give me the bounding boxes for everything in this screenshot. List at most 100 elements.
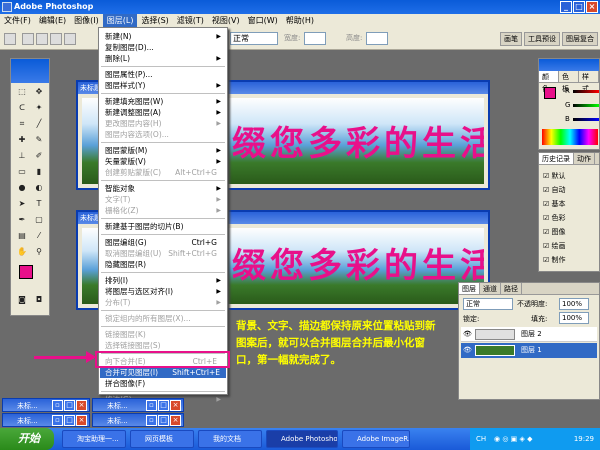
close-icon[interactable]: × [170, 400, 181, 411]
maximize-icon[interactable]: □ [158, 415, 169, 426]
color-swatch[interactable] [544, 87, 556, 99]
menu-file[interactable]: 文件(F) [0, 14, 35, 28]
menu-item[interactable]: 图层编组(G) Ctrl+G [105, 237, 223, 248]
minimized-window[interactable]: 未标... ▫ □ × [2, 398, 90, 412]
intersect-selection-icon[interactable] [64, 33, 76, 45]
foreground-color-swatch[interactable] [19, 265, 33, 279]
task-web-template[interactable]: 网页模板 [130, 430, 194, 448]
hand-icon[interactable]: ✋ [14, 245, 30, 259]
menu-window[interactable]: 窗口(W) [244, 14, 282, 28]
history-item[interactable]: ☑ 制作 [543, 253, 566, 267]
restore-icon[interactable]: ▫ [52, 400, 63, 411]
fill-field[interactable]: 100% [559, 312, 589, 324]
green-slider[interactable] [573, 104, 599, 107]
menu-item[interactable]: 矢量蒙版(V) ▶ [105, 156, 223, 167]
marquee-icon[interactable]: ⬚ [14, 85, 30, 99]
history-item[interactable]: ☑ 色彩 [543, 211, 566, 225]
color-ramp[interactable] [542, 129, 598, 145]
menu-item[interactable]: 新建(N) ▶ [105, 31, 223, 42]
menu-image[interactable]: 图像(I) [70, 14, 103, 28]
tab-layers[interactable]: 图层 [459, 283, 480, 294]
menu-item[interactable]: 新建填充图层(W) ▶ [105, 96, 223, 107]
maximize-icon[interactable]: □ [64, 400, 75, 411]
tab-color[interactable]: 颜色 [539, 71, 559, 93]
maximize-icon[interactable]: □ [158, 400, 169, 411]
path-select-icon[interactable]: ➤ [14, 197, 30, 211]
tab-layer-comps[interactable]: 图层复合 [562, 32, 598, 46]
notes-icon[interactable]: ▤ [14, 229, 30, 243]
layer-row[interactable]: 👁 图层 2 [461, 327, 597, 342]
history-item[interactable]: ☑ 图像 [543, 225, 566, 239]
visibility-eye-icon[interactable]: 👁 [463, 330, 472, 338]
close-icon[interactable]: × [76, 400, 87, 411]
menu-item[interactable]: 将图层与选区对齐(I) ▶ [105, 286, 223, 297]
dodge-icon[interactable]: ◐ [31, 181, 47, 195]
marquee-tool-icon[interactable] [4, 33, 16, 45]
menu-item[interactable]: 智能对象 ▶ [105, 183, 223, 194]
type-icon[interactable]: T [31, 197, 47, 211]
red-slider[interactable] [573, 90, 599, 93]
stamp-icon[interactable]: ⊥ [14, 149, 30, 163]
menu-item[interactable]: 图层蒙版(M) ▶ [105, 145, 223, 156]
restore-icon[interactable]: ▫ [146, 415, 157, 426]
gradient-icon[interactable]: ▮ [31, 165, 47, 179]
task-my-documents[interactable]: 我的文档 [198, 430, 262, 448]
menu-select[interactable]: 选择(S) [137, 14, 172, 28]
brush-icon[interactable]: ✎ [31, 133, 47, 147]
add-selection-icon[interactable] [36, 33, 48, 45]
blue-slider[interactable] [573, 118, 599, 121]
history-brush-icon[interactable]: ✐ [31, 149, 47, 163]
healing-icon[interactable]: ✚ [14, 133, 30, 147]
minimized-window[interactable]: 未标... ▫ □ × [92, 413, 184, 427]
history-item[interactable]: ☑ 自动 [543, 183, 566, 197]
maximize-button[interactable]: □ [573, 1, 585, 13]
menu-item[interactable]: 排列(I) ▶ [105, 275, 223, 286]
close-icon[interactable]: × [76, 415, 87, 426]
restore-icon[interactable]: ▫ [146, 400, 157, 411]
subtract-selection-icon[interactable] [50, 33, 62, 45]
tray-icons[interactable]: ◉ ◎ ▣ ◈ ◆ [494, 428, 533, 450]
menu-view[interactable]: 视图(V) [208, 14, 244, 28]
menu-help[interactable]: 帮助(H) [282, 14, 318, 28]
pen-icon[interactable]: ✒ [14, 213, 30, 227]
tab-brushes[interactable]: 画笔 [500, 32, 522, 46]
menu-item[interactable]: 新建调整图层(A) ▶ [105, 107, 223, 118]
shape-icon[interactable]: ▢ [31, 213, 47, 227]
tab-actions[interactable]: 动作 [574, 153, 595, 164]
restore-icon[interactable]: ▫ [52, 415, 63, 426]
blur-icon[interactable]: ● [14, 181, 30, 195]
lasso-icon[interactable]: ᑕ [14, 101, 30, 115]
layer-row-selected[interactable]: 👁 图层 1 [461, 343, 597, 358]
tab-history[interactable]: 历史记录 [539, 153, 574, 164]
menu-item[interactable]: 合并可见图层(I) Shift+Ctrl+E [100, 367, 226, 378]
menu-item[interactable]: 图层样式(Y) ▶ [105, 80, 223, 91]
eraser-icon[interactable]: ▭ [14, 165, 30, 179]
menu-item[interactable]: 拼合图像(F) [105, 378, 223, 389]
history-item[interactable]: ☑ 绘画 [543, 239, 566, 253]
width-field[interactable] [304, 32, 326, 45]
visibility-eye-icon[interactable]: 👁 [463, 346, 472, 354]
tab-styles[interactable]: 样式 [579, 71, 599, 93]
tab-channels[interactable]: 通道 [480, 283, 501, 294]
history-item[interactable]: ☑ 基本 [543, 197, 566, 211]
standard-mode-icon[interactable]: ◘ [31, 293, 47, 307]
slice-icon[interactable]: ╱ [31, 117, 47, 131]
history-item[interactable]: ☑ 默认 [543, 169, 566, 183]
opacity-field[interactable]: 100% [559, 298, 589, 310]
menu-item[interactable]: 删除(L) ▶ [105, 53, 223, 64]
magic-wand-icon[interactable]: ✦ [31, 101, 47, 115]
close-button[interactable]: × [586, 1, 598, 13]
language-indicator[interactable]: CH [476, 428, 486, 450]
close-icon[interactable]: × [170, 415, 181, 426]
minimized-window[interactable]: 未标... ▫ □ × [2, 413, 90, 427]
eyedropper-icon[interactable]: ⁄ [31, 229, 47, 243]
maximize-icon[interactable]: □ [64, 415, 75, 426]
quick-mask-icon[interactable]: ◙ [14, 293, 30, 307]
style-select[interactable]: 正常 [230, 32, 278, 45]
zoom-icon[interactable]: ⚲ [31, 245, 47, 259]
task-photoshop[interactable]: Adobe Photoshop [266, 430, 338, 448]
task-imageready[interactable]: Adobe ImageR... [342, 430, 410, 448]
menu-item[interactable]: 新建基于图层的切片(B) [105, 221, 223, 232]
blend-mode-select[interactable]: 正常 [463, 298, 513, 310]
new-selection-icon[interactable] [22, 33, 34, 45]
